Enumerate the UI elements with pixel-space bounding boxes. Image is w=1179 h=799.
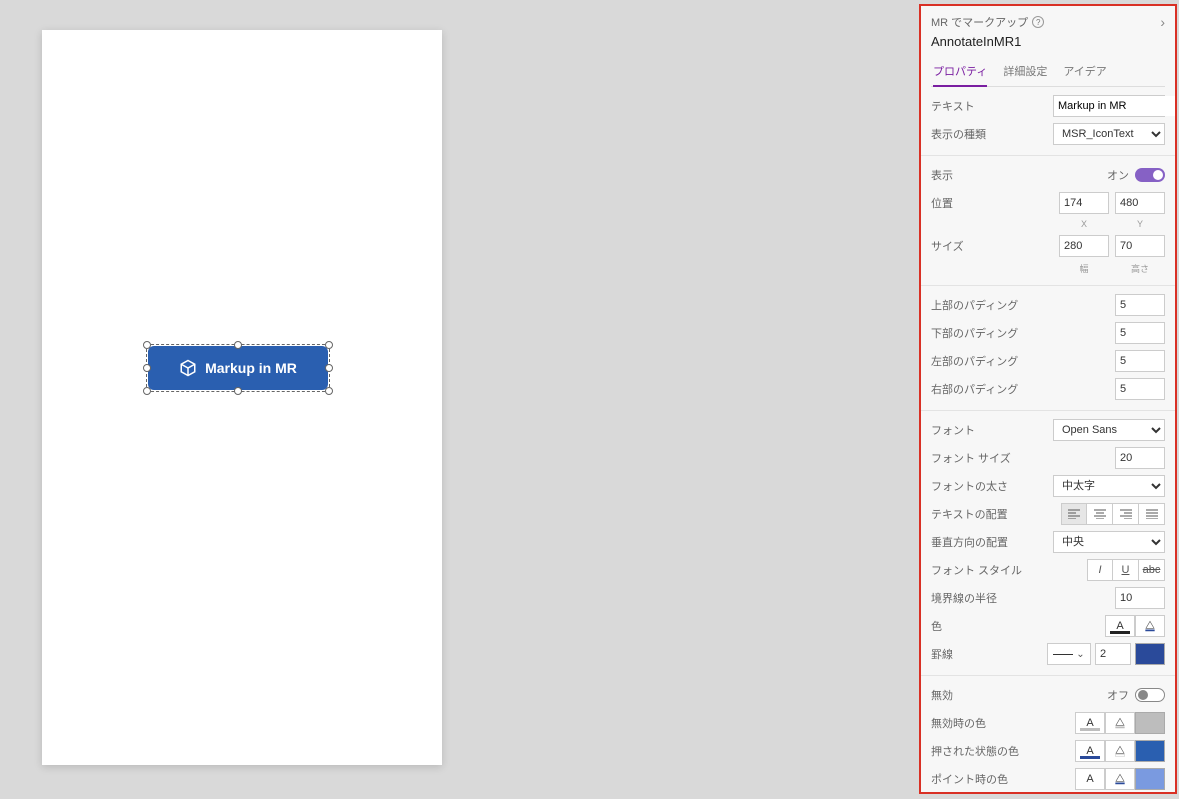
tab-ideas[interactable]: アイデア — [1063, 63, 1106, 86]
border-color-swatch[interactable] — [1135, 643, 1165, 665]
sublabel-w: 幅 — [1079, 262, 1088, 275]
pad-top-input[interactable] — [1115, 294, 1165, 316]
label-visible: 表示 — [931, 167, 953, 183]
sublabel-h: 高さ — [1131, 262, 1149, 275]
sublabel-y: Y — [1137, 219, 1143, 229]
label-text: テキスト — [931, 98, 975, 114]
font-select[interactable]: Open Sans — [1053, 419, 1165, 441]
label-hover-color: ポイント時の色 — [931, 771, 1008, 787]
pressed-fill-color-button[interactable] — [1105, 740, 1135, 762]
align-justify-button[interactable] — [1139, 503, 1165, 525]
underline-button[interactable]: U — [1113, 559, 1139, 581]
position-y-input[interactable] — [1115, 192, 1165, 214]
position-x-input[interactable] — [1059, 192, 1109, 214]
collapse-panel-icon[interactable]: › — [1160, 14, 1165, 30]
hover-fill-color-button[interactable] — [1105, 768, 1135, 790]
label-font-weight: フォントの太さ — [931, 478, 1008, 494]
label-pressed-color: 押された状態の色 — [931, 743, 1019, 759]
label-border: 罫線 — [931, 646, 953, 662]
control-name: AnnotateInMR1 — [931, 34, 1165, 49]
font-size-input[interactable] — [1115, 447, 1165, 469]
disabled-toggle[interactable] — [1135, 688, 1165, 702]
pressed-text-color-button[interactable]: A — [1075, 740, 1105, 762]
label-font-style: フォント スタイル — [931, 562, 1022, 578]
sublabel-x: X — [1081, 219, 1087, 229]
label-text-align: テキストの配置 — [931, 506, 1008, 522]
app-screen[interactable] — [42, 30, 442, 765]
pad-bottom-input[interactable] — [1115, 322, 1165, 344]
align-right-button[interactable] — [1113, 503, 1139, 525]
disabled-fill-color-button[interactable] — [1105, 712, 1135, 734]
border-width-input[interactable] — [1095, 643, 1131, 665]
font-weight-select[interactable]: 中太字 — [1053, 475, 1165, 497]
text-input[interactable]: ▲▼ — [1053, 95, 1165, 117]
canvas-area[interactable]: Markup in MR — [0, 0, 915, 799]
visible-state: オン — [1107, 167, 1129, 183]
pressed-border-color-swatch[interactable] — [1135, 740, 1165, 762]
size-w-input[interactable] — [1059, 235, 1109, 257]
fill-color-button[interactable] — [1135, 615, 1165, 637]
label-display-type: 表示の種類 — [931, 126, 986, 142]
size-h-input[interactable] — [1115, 235, 1165, 257]
label-font: フォント — [931, 422, 975, 438]
hover-border-color-swatch[interactable] — [1135, 768, 1165, 790]
label-font-size: フォント サイズ — [931, 450, 1011, 466]
label-disabled: 無効 — [931, 687, 953, 703]
button-label: Markup in MR — [205, 360, 297, 376]
text-field[interactable] — [1054, 96, 1177, 116]
pad-right-input[interactable] — [1115, 378, 1165, 400]
label-pad-bottom: 下部のパディング — [931, 325, 1018, 341]
markup-in-mr-button[interactable]: Markup in MR — [148, 346, 328, 390]
label-valign: 垂直方向の配置 — [931, 534, 1008, 550]
text-align-group — [1061, 503, 1165, 525]
label-pad-top: 上部のパディング — [931, 297, 1018, 313]
italic-button[interactable]: I — [1087, 559, 1113, 581]
display-type-select[interactable]: MSR_IconText — [1053, 123, 1165, 145]
properties-panel: MR でマークアップ ? › AnnotateInMR1 プロパティ 詳細設定 … — [919, 4, 1177, 794]
align-left-button[interactable] — [1061, 503, 1087, 525]
label-size: サイズ — [931, 238, 964, 254]
disabled-state: オフ — [1107, 687, 1129, 703]
hover-text-color-button[interactable]: A — [1075, 768, 1105, 790]
tab-advanced[interactable]: 詳細設定 — [1003, 63, 1047, 86]
valign-select[interactable]: 中央 — [1053, 531, 1165, 553]
label-position: 位置 — [931, 195, 953, 211]
strikethrough-button[interactable]: abc — [1139, 559, 1165, 581]
border-radius-input[interactable] — [1115, 587, 1165, 609]
label-pad-left: 左部のパディング — [931, 353, 1018, 369]
cube-icon — [179, 359, 197, 377]
disabled-text-color-button[interactable]: A — [1075, 712, 1105, 734]
label-pad-right: 右部のパディング — [931, 381, 1018, 397]
label-disabled-color: 無効時の色 — [931, 715, 986, 731]
font-style-group: I U abc — [1087, 559, 1165, 581]
tab-properties[interactable]: プロパティ — [933, 63, 987, 87]
text-color-button[interactable]: A — [1105, 615, 1135, 637]
visible-toggle[interactable] — [1135, 168, 1165, 182]
help-icon[interactable]: ? — [1032, 16, 1044, 28]
pad-left-input[interactable] — [1115, 350, 1165, 372]
label-border-radius: 境界線の半径 — [931, 590, 997, 606]
border-style-select[interactable]: ⌄ — [1047, 643, 1091, 665]
label-color: 色 — [931, 618, 942, 634]
align-center-button[interactable] — [1087, 503, 1113, 525]
disabled-border-color-swatch[interactable] — [1135, 712, 1165, 734]
panel-title: MR でマークアップ — [931, 14, 1028, 30]
